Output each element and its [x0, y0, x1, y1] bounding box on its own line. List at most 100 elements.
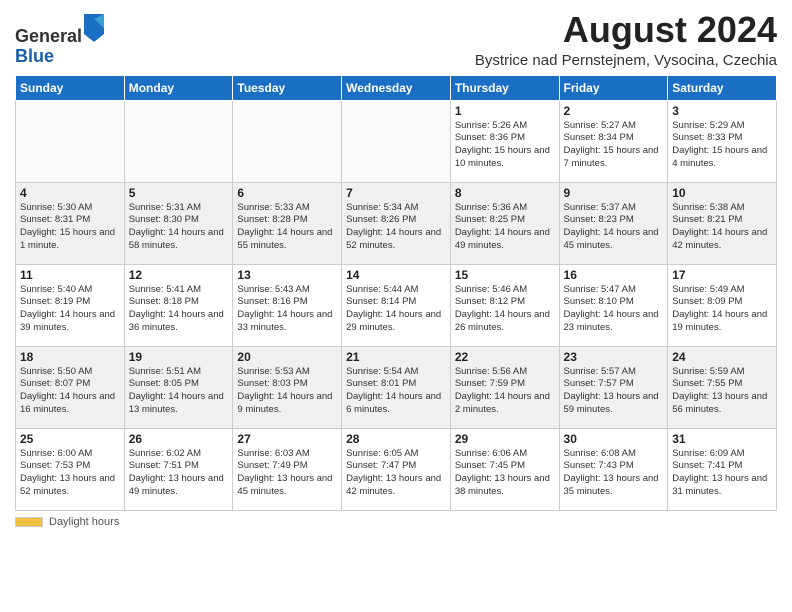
- cell-text: Sunrise: 5:26 AM Sunset: 8:36 PM Dayligh…: [455, 120, 555, 171]
- cell-text: Sunrise: 5:43 AM Sunset: 8:16 PM Dayligh…: [237, 284, 337, 335]
- day-header-thursday: Thursday: [450, 75, 559, 100]
- cell-text: Sunrise: 5:50 AM Sunset: 8:07 PM Dayligh…: [20, 366, 120, 417]
- cal-cell-25: 25Sunrise: 6:00 AM Sunset: 7:53 PM Dayli…: [16, 428, 125, 510]
- day-number: 21: [346, 350, 446, 364]
- cal-cell-29: 29Sunrise: 6:06 AM Sunset: 7:45 PM Dayli…: [450, 428, 559, 510]
- day-number: 18: [20, 350, 120, 364]
- cell-text: Sunrise: 5:29 AM Sunset: 8:33 PM Dayligh…: [672, 120, 772, 171]
- week-row-5: 25Sunrise: 6:00 AM Sunset: 7:53 PM Dayli…: [16, 428, 777, 510]
- title-block: August 2024 Bystrice nad Pernstejnem, Vy…: [475, 10, 777, 69]
- cal-cell-26: 26 Sunrise: 6:02 AM Sunset: 7:51 PM Dayli…: [124, 428, 233, 510]
- cal-cell-20: 20 Sunrise: 5:53 AM Sunset: 8:03 PM Dayli…: [233, 346, 342, 428]
- cell-text: Sunrise: 5:40 AM Sunset: 8:19 PM Dayligh…: [20, 284, 120, 335]
- day-header-friday: Friday: [559, 75, 668, 100]
- cell-text: Sunrise: 6:02 AM Sunset: 7:51 PM Dayligh…: [129, 448, 229, 499]
- cal-cell-12: 12 Sunrise: 5:41 AM Sunset: 8:18 PM Dayli…: [124, 264, 233, 346]
- cal-cell-8: 8 Sunrise: 5:36 AM Sunset: 8:25 PM Daylig…: [450, 182, 559, 264]
- day-header-row: SundayMondayTuesdayWednesdayThursdayFrid…: [16, 75, 777, 100]
- cal-cell-7: 7 Sunrise: 5:34 AM Sunset: 8:26 PM Daylig…: [342, 182, 451, 264]
- week-row-1: 1 Sunrise: 5:26 AM Sunset: 8:36 PM Daylig…: [16, 100, 777, 182]
- day-number: 31: [672, 432, 772, 446]
- cal-cell-9: 9Sunrise: 5:37 AM Sunset: 8:23 PM Daylig…: [559, 182, 668, 264]
- logo-icon: [84, 14, 104, 42]
- footer-label: Daylight hours: [49, 516, 119, 528]
- day-number: 7: [346, 186, 446, 200]
- cal-cell-19: 19Sunrise: 5:51 AM Sunset: 8:05 PM Dayli…: [124, 346, 233, 428]
- cell-text: Sunrise: 5:49 AM Sunset: 8:09 PM Dayligh…: [672, 284, 772, 335]
- day-number: 2: [564, 104, 664, 118]
- cell-text: Sunrise: 5:51 AM Sunset: 8:05 PM Dayligh…: [129, 366, 229, 417]
- day-number: 13: [237, 268, 337, 282]
- cal-cell-3: 3 Sunrise: 5:29 AM Sunset: 8:33 PM Daylig…: [668, 100, 777, 182]
- cal-cell-1: 1 Sunrise: 5:26 AM Sunset: 8:36 PM Daylig…: [450, 100, 559, 182]
- day-number: 29: [455, 432, 555, 446]
- day-number: 6: [237, 186, 337, 200]
- cal-cell-13: 13 Sunrise: 5:43 AM Sunset: 8:16 PM Dayli…: [233, 264, 342, 346]
- logo-blue: Blue: [15, 46, 54, 66]
- day-header-tuesday: Tuesday: [233, 75, 342, 100]
- cell-text: Sunrise: 5:59 AM Sunset: 7:55 PM Dayligh…: [672, 366, 772, 417]
- cell-text: Sunrise: 6:03 AM Sunset: 7:49 PM Dayligh…: [237, 448, 337, 499]
- day-number: 27: [237, 432, 337, 446]
- day-number: 8: [455, 186, 555, 200]
- cell-text: Sunrise: 5:46 AM Sunset: 8:12 PM Dayligh…: [455, 284, 555, 335]
- day-number: 12: [129, 268, 229, 282]
- cal-cell-6: 6 Sunrise: 5:33 AM Sunset: 8:28 PM Daylig…: [233, 182, 342, 264]
- footer-note: Daylight hours: [15, 516, 777, 528]
- cal-cell-11: 11 Sunrise: 5:40 AM Sunset: 8:19 PM Dayli…: [16, 264, 125, 346]
- page-header: General Blue August 2024 Bystrice nad Pe…: [15, 10, 777, 69]
- day-number: 25: [20, 432, 120, 446]
- day-number: 17: [672, 268, 772, 282]
- day-number: 30: [564, 432, 664, 446]
- cal-cell-22: 22Sunrise: 5:56 AM Sunset: 7:59 PM Dayli…: [450, 346, 559, 428]
- cal-cell-4: 4Sunrise: 5:30 AM Sunset: 8:31 PM Daylig…: [16, 182, 125, 264]
- cal-cell-16: 16Sunrise: 5:47 AM Sunset: 8:10 PM Dayli…: [559, 264, 668, 346]
- cal-cell-21: 21 Sunrise: 5:54 AM Sunset: 8:01 PM Dayli…: [342, 346, 451, 428]
- cell-text: Sunrise: 5:38 AM Sunset: 8:21 PM Dayligh…: [672, 202, 772, 253]
- cal-cell-empty-02: [233, 100, 342, 182]
- cell-text: Sunrise: 5:57 AM Sunset: 7:57 PM Dayligh…: [564, 366, 664, 417]
- cell-text: Sunrise: 5:31 AM Sunset: 8:30 PM Dayligh…: [129, 202, 229, 253]
- cell-text: Sunrise: 5:53 AM Sunset: 8:03 PM Dayligh…: [237, 366, 337, 417]
- cell-text: Sunrise: 5:44 AM Sunset: 8:14 PM Dayligh…: [346, 284, 446, 335]
- cell-text: Sunrise: 6:08 AM Sunset: 7:43 PM Dayligh…: [564, 448, 664, 499]
- cell-text: Sunrise: 5:34 AM Sunset: 8:26 PM Dayligh…: [346, 202, 446, 253]
- main-title: August 2024: [475, 10, 777, 50]
- cell-text: Sunrise: 5:33 AM Sunset: 8:28 PM Dayligh…: [237, 202, 337, 253]
- cal-cell-31: 31 Sunrise: 6:09 AM Sunset: 7:41 PM Dayli…: [668, 428, 777, 510]
- cell-text: Sunrise: 5:56 AM Sunset: 7:59 PM Dayligh…: [455, 366, 555, 417]
- day-number: 24: [672, 350, 772, 364]
- day-number: 10: [672, 186, 772, 200]
- day-number: 20: [237, 350, 337, 364]
- cell-text: Sunrise: 6:09 AM Sunset: 7:41 PM Dayligh…: [672, 448, 772, 499]
- cell-text: Sunrise: 5:54 AM Sunset: 8:01 PM Dayligh…: [346, 366, 446, 417]
- day-number: 16: [564, 268, 664, 282]
- day-number: 9: [564, 186, 664, 200]
- day-number: 23: [564, 350, 664, 364]
- day-number: 3: [672, 104, 772, 118]
- day-number: 14: [346, 268, 446, 282]
- cal-cell-24: 24 Sunrise: 5:59 AM Sunset: 7:55 PM Dayli…: [668, 346, 777, 428]
- week-row-2: 4Sunrise: 5:30 AM Sunset: 8:31 PM Daylig…: [16, 182, 777, 264]
- day-number: 5: [129, 186, 229, 200]
- cal-cell-28: 28 Sunrise: 6:05 AM Sunset: 7:47 PM Dayli…: [342, 428, 451, 510]
- day-number: 11: [20, 268, 120, 282]
- day-number: 4: [20, 186, 120, 200]
- day-number: 28: [346, 432, 446, 446]
- cell-text: Sunrise: 5:41 AM Sunset: 8:18 PM Dayligh…: [129, 284, 229, 335]
- day-number: 1: [455, 104, 555, 118]
- cell-text: Sunrise: 6:05 AM Sunset: 7:47 PM Dayligh…: [346, 448, 446, 499]
- cal-cell-15: 15Sunrise: 5:46 AM Sunset: 8:12 PM Dayli…: [450, 264, 559, 346]
- cal-cell-14: 14 Sunrise: 5:44 AM Sunset: 8:14 PM Dayli…: [342, 264, 451, 346]
- cal-cell-17: 17 Sunrise: 5:49 AM Sunset: 8:09 PM Dayli…: [668, 264, 777, 346]
- logo-general: General: [15, 26, 82, 46]
- cal-cell-27: 27 Sunrise: 6:03 AM Sunset: 7:49 PM Dayli…: [233, 428, 342, 510]
- logo: General Blue: [15, 14, 104, 67]
- cell-text: Sunrise: 5:36 AM Sunset: 8:25 PM Dayligh…: [455, 202, 555, 253]
- cal-cell-23: 23 Sunrise: 5:57 AM Sunset: 7:57 PM Dayli…: [559, 346, 668, 428]
- cal-cell-empty-00: [16, 100, 125, 182]
- cal-cell-30: 30 Sunrise: 6:08 AM Sunset: 7:43 PM Dayli…: [559, 428, 668, 510]
- day-number: 26: [129, 432, 229, 446]
- cal-cell-2: 2Sunrise: 5:27 AM Sunset: 8:34 PM Daylig…: [559, 100, 668, 182]
- day-header-monday: Monday: [124, 75, 233, 100]
